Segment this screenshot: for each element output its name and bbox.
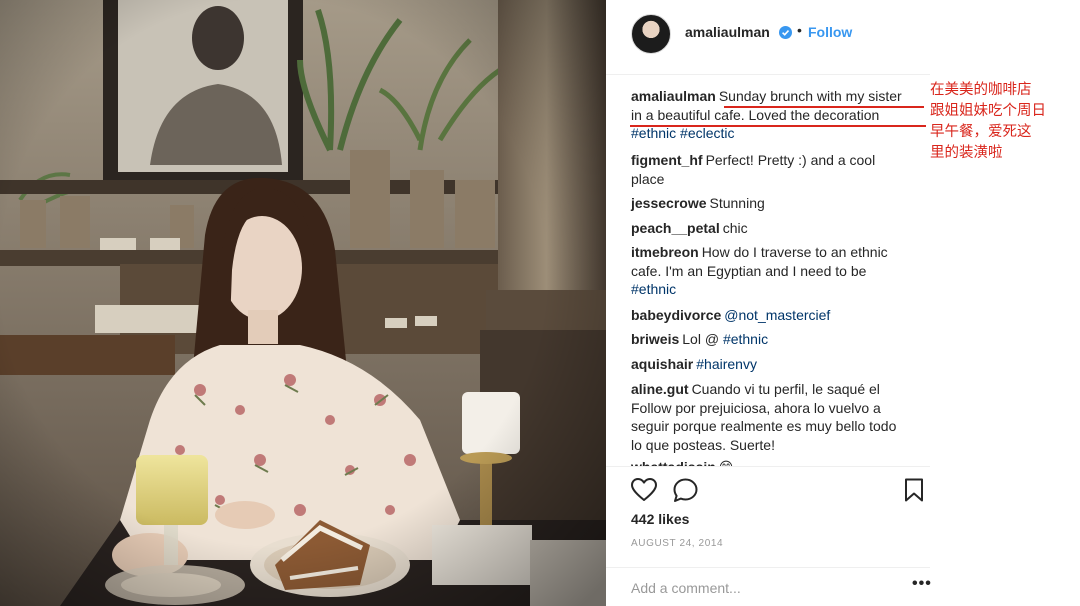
post-detail-panel: amaliaulman • Follow amaliaulman Sunday b…: [606, 0, 932, 606]
caption: amaliaulman Sunday brunch with my sister …: [631, 87, 929, 143]
avatar[interactable]: [631, 14, 671, 54]
comment-text: Lol @: [682, 331, 720, 347]
comment-item: peach__petal chic: [631, 219, 929, 238]
verified-badge-icon: [779, 26, 792, 39]
comment-text: chic: [722, 220, 748, 236]
post-author-username[interactable]: amaliaulman: [685, 24, 770, 40]
comment-item: babeydivorce @not_mastercief: [631, 306, 929, 325]
photo-scene: [0, 0, 606, 606]
caption-hashtag[interactable]: #ethnic: [631, 125, 676, 141]
comment-username[interactable]: figment_hf: [631, 152, 703, 168]
comment-username[interactable]: jessecrowe: [631, 195, 707, 211]
caption-text-line2: in a beautiful cafe. Loved the decoratio…: [631, 106, 880, 123]
comment-icon[interactable]: [673, 478, 698, 503]
caption-hashtag[interactable]: #eclectic: [680, 125, 734, 141]
post-photo[interactable]: [0, 0, 606, 606]
comment-hashtag[interactable]: #hairenvy: [696, 356, 757, 372]
comment-item: itmebreon How do I traverse to an ethnic …: [631, 243, 929, 299]
comment-item: briweis Lol @ #ethnic: [631, 330, 929, 349]
comment-text: lo que posteas. Suerte!: [631, 436, 775, 453]
likes-count[interactable]: 442 likes: [631, 511, 689, 527]
more-options-icon[interactable]: •••: [912, 575, 932, 593]
add-comment-input[interactable]: [631, 578, 881, 598]
comment-username[interactable]: aline.gut: [631, 381, 689, 397]
comment-username[interactable]: briweis: [631, 331, 679, 347]
comment-text: Stunning: [709, 195, 765, 211]
comment-username[interactable]: babeydivorce: [631, 307, 721, 323]
annotation-line: 里的装潢啦: [930, 145, 1003, 161]
caption-underline: [630, 125, 926, 127]
comment-item: aquishair #hairenvy: [631, 355, 929, 374]
bookmark-icon[interactable]: [904, 478, 924, 502]
caption-underline: [724, 106, 924, 108]
add-comment-bar: •••: [606, 567, 932, 606]
comment-text: Cuando vi tu perfil, le saqué el: [691, 381, 880, 397]
post-header: amaliaulman • Follow: [606, 0, 930, 70]
comment-text: 😁: [719, 459, 734, 466]
header-separator: •: [797, 22, 802, 38]
comment-text: seguir porque realmente es muy bello tod…: [631, 418, 897, 435]
comment-hashtag[interactable]: #ethnic: [631, 281, 676, 297]
heart-icon[interactable]: [631, 478, 657, 502]
comment-text: place: [631, 170, 665, 187]
comment-mention[interactable]: @not_mastercief: [724, 307, 830, 323]
comment-text: cafe. I'm an Egyptian and I need to be: [631, 262, 867, 279]
comment-username[interactable]: itmebreon: [631, 244, 699, 260]
comments-list[interactable]: amaliaulman Sunday brunch with my sister …: [606, 74, 930, 466]
annotation-line: 跟姐姐妹吃个周日: [930, 103, 1046, 119]
comment-item: jessecrowe Stunning: [631, 194, 929, 213]
comment-username[interactable]: aquishair: [631, 356, 693, 372]
comment-text: Perfect! Pretty :) and a cool: [705, 152, 876, 168]
comment-username[interactable]: whattadissin: [631, 459, 716, 466]
comment-hashtag[interactable]: #ethnic: [723, 331, 768, 347]
comment-username[interactable]: peach__petal: [631, 220, 720, 236]
post-date: AUGUST 24, 2014: [631, 538, 724, 549]
caption-username[interactable]: amaliaulman: [631, 88, 716, 104]
annotation-line: 在美美的咖啡店: [930, 82, 1032, 98]
translation-annotation: 在美美的咖啡店 跟姐姐妹吃个周日 早午餐，爱死这 里的装潢啦: [930, 80, 1076, 164]
comment-item: whattadissin😁: [631, 458, 929, 466]
annotation-line: 早午餐，爱死这: [930, 124, 1032, 140]
comment-item: aline.gut Cuando vi tu perfil, le saqué e…: [631, 380, 929, 454]
comment-text: Follow por prejuiciosa, ahora lo vuelvo …: [631, 399, 881, 416]
post-actions: 442 likes AUGUST 24, 2014 •••: [606, 466, 932, 606]
caption-text-line1: Sunday brunch with my sister: [718, 88, 902, 104]
comment-text: How do I traverse to an ethnic: [701, 244, 888, 260]
follow-button[interactable]: Follow: [808, 24, 852, 40]
comment-item: figment_hf Perfect! Pretty :) and a cool …: [631, 151, 929, 188]
